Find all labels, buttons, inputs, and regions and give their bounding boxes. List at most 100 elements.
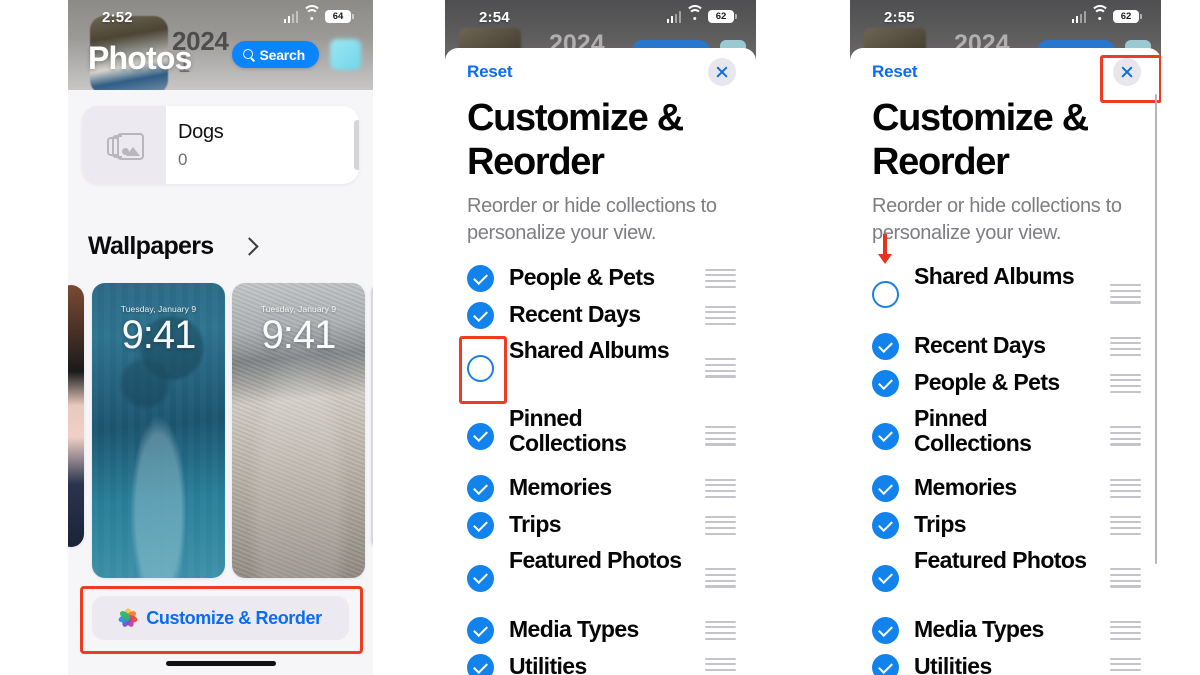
checkbox-checked-icon[interactable] [872, 654, 899, 675]
drag-handle-icon[interactable] [1110, 426, 1141, 446]
checkbox-checked-icon[interactable] [872, 564, 899, 592]
list-item[interactable]: Pinned Collections [850, 402, 1161, 470]
checkbox-checked-icon[interactable] [467, 512, 494, 539]
search-icon [242, 48, 255, 61]
checkbox-checked-icon[interactable] [467, 475, 494, 502]
checkbox-checked-icon[interactable] [872, 370, 899, 397]
cellular-bars-icon [666, 11, 681, 23]
list-item[interactable]: Recent Days [445, 297, 756, 334]
drag-handle-icon[interactable] [705, 620, 736, 641]
album-card-dogs[interactable]: Dogs 0 [82, 106, 359, 184]
list-item[interactable]: Utilities [850, 649, 1161, 675]
drag-handle-icon[interactable] [705, 305, 736, 326]
drag-handle-icon[interactable] [1110, 336, 1141, 357]
phone-screen-photos-app: 2024 1 Photos Search 2:52 64 Dogs 0 Wall… [68, 0, 373, 675]
reset-button[interactable]: Reset [467, 62, 513, 82]
list-item[interactable]: People & Pets [850, 365, 1161, 402]
list-item-label: Memories [509, 474, 612, 500]
phone-screen-customize-sheet-before: 2024 2:54 62 Reset Customize & Reorder R… [445, 0, 756, 675]
cellular-bars-icon [1071, 11, 1086, 23]
list-item[interactable]: Pinned Collections [445, 402, 756, 470]
checkbox-checked-icon[interactable] [467, 564, 494, 592]
reset-button[interactable]: Reset [872, 62, 918, 82]
list-item[interactable]: People & Pets [445, 260, 756, 297]
battery-level: 64 [332, 10, 344, 22]
list-item[interactable]: Trips [445, 507, 756, 544]
scrollbar[interactable] [1154, 94, 1157, 564]
checkbox-checked-icon[interactable] [467, 617, 494, 644]
list-item-label: Recent Days [509, 301, 641, 327]
drag-handle-icon[interactable] [1110, 568, 1141, 588]
close-button[interactable] [708, 58, 736, 86]
wifi-icon [302, 4, 321, 23]
wallpaper-time: 9:41 [261, 313, 337, 357]
drag-handle-icon[interactable] [705, 358, 736, 378]
list-item[interactable]: Trips [850, 507, 1161, 544]
list-item[interactable]: Media Types [445, 612, 756, 649]
checkbox-checked-icon[interactable] [467, 654, 494, 675]
battery-level: 62 [1120, 10, 1132, 22]
wallpapers-carousel[interactable]: Tuesday, January 9 9:41 Tuesday, January… [68, 283, 373, 580]
list-item[interactable]: Utilities [445, 649, 756, 675]
drag-handle-icon[interactable] [1110, 373, 1141, 394]
drag-handle-icon[interactable] [1110, 284, 1141, 304]
highlight-box-customize-button [80, 586, 363, 654]
chevron-right-icon[interactable] [240, 237, 259, 256]
drag-handle-icon[interactable] [705, 515, 736, 536]
search-button-label: Search [259, 46, 306, 63]
drag-handle-icon[interactable] [705, 657, 736, 675]
checkbox-checked-icon[interactable] [872, 475, 899, 502]
drag-handle-icon[interactable] [1110, 478, 1141, 499]
list-item-label: People & Pets [914, 369, 1060, 395]
battery-icon: 64 [325, 10, 354, 23]
list-item[interactable]: Shared Albums [850, 260, 1161, 328]
drag-handle-icon[interactable] [1110, 620, 1141, 641]
list-item[interactable]: Recent Days [850, 328, 1161, 365]
screenshot-stage: 2024 1 Photos Search 2:52 64 Dogs 0 Wall… [0, 0, 1200, 675]
list-item-label: Media Types [509, 616, 639, 642]
list-item[interactable]: Memories [850, 470, 1161, 507]
sheet-title: Customize & Reorder [872, 97, 1089, 184]
drag-handle-icon[interactable] [705, 568, 736, 588]
checkbox-checked-icon[interactable] [467, 265, 494, 292]
collections-list[interactable]: Shared Albums Recent Days People & Pets Pin… [850, 234, 1161, 675]
list-item-label: Recent Days [914, 332, 1046, 358]
checkbox-checked-icon[interactable] [872, 333, 899, 360]
list-item-label: Pinned Collections [914, 405, 1032, 457]
list-item[interactable]: Featured Photos [850, 544, 1161, 612]
card-edge [354, 120, 359, 170]
section-title-wallpapers[interactable]: Wallpapers [88, 232, 214, 261]
checkbox-checked-icon[interactable] [872, 512, 899, 539]
phone-screen-customize-sheet-after: 2024 2:55 62 Reset Customize & Reorder R… [850, 0, 1161, 675]
wallpaper-thumb-1[interactable]: Tuesday, January 9 9:41 [92, 283, 225, 578]
photo-stack-icon [107, 132, 144, 160]
sheet-subtitle: Reorder or hide collections to personali… [872, 195, 1122, 244]
list-item-label: Shared Albums [914, 263, 1075, 289]
list-item-label: Trips [509, 511, 562, 537]
checkbox-checked-icon[interactable] [467, 422, 494, 450]
drag-handle-icon[interactable] [705, 478, 736, 499]
checkbox-checked-icon[interactable] [872, 422, 899, 450]
battery-icon: 62 [708, 10, 737, 23]
wallpaper-thumb-next[interactable] [371, 285, 373, 547]
list-item[interactable]: Memories [445, 470, 756, 507]
album-count: 0 [178, 150, 188, 169]
cellular-bars-icon [283, 11, 298, 23]
status-time: 2:55 [884, 9, 915, 26]
checkbox-unchecked-icon[interactable] [872, 280, 899, 308]
wallpaper-thumb-2[interactable]: Tuesday, January 9 9:41 [232, 283, 365, 578]
list-item[interactable]: Media Types [850, 612, 1161, 649]
wallpaper-thumb-prev[interactable] [68, 285, 84, 547]
checkbox-checked-icon[interactable] [467, 302, 494, 329]
drag-handle-icon[interactable] [1110, 515, 1141, 536]
drag-handle-icon[interactable] [705, 426, 736, 446]
collections-list[interactable]: People & Pets Recent Days Shared Albums Pin… [445, 260, 756, 675]
checkbox-checked-icon[interactable] [872, 617, 899, 644]
drag-handle-icon[interactable] [705, 268, 736, 289]
list-item-label: Featured Photos [509, 547, 682, 573]
sheet-title: Customize & Reorder [467, 97, 684, 184]
list-item-label: Trips [914, 511, 967, 537]
list-item[interactable]: Featured Photos [445, 544, 756, 612]
battery-icon: 62 [1113, 10, 1142, 23]
drag-handle-icon[interactable] [1110, 657, 1141, 675]
